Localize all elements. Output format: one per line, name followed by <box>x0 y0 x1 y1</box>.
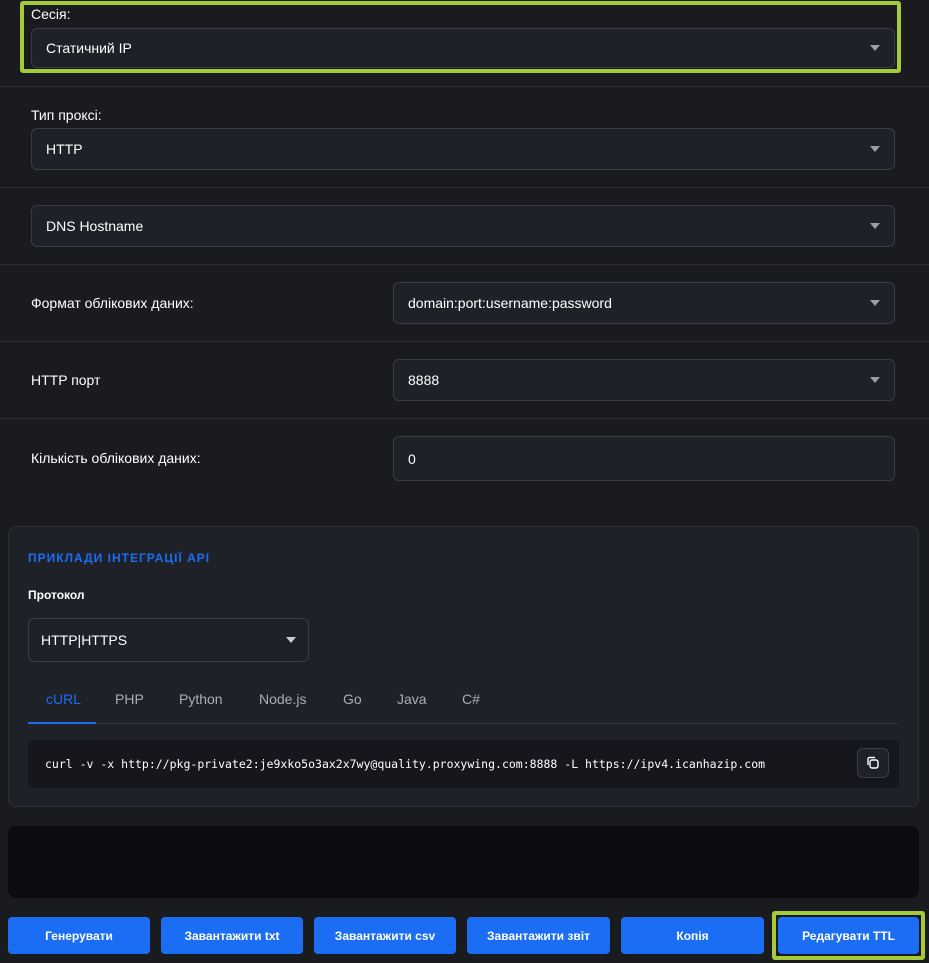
divider <box>0 341 929 342</box>
proxy-type-value: HTTP <box>46 141 83 157</box>
api-integration-panel: ПРИКЛАДИ ІНТЕГРАЦІЇ API Протокол HTTP|HT… <box>8 526 919 807</box>
tab-java[interactable]: Java <box>397 691 427 707</box>
session-select-value: Статичний IP <box>46 40 132 56</box>
tab-python[interactable]: Python <box>179 691 223 707</box>
tab-go[interactable]: Go <box>343 691 362 707</box>
copy-icon <box>867 756 879 769</box>
protocol-label: Протокол <box>28 588 85 602</box>
tab-nodejs[interactable]: Node.js <box>259 691 306 707</box>
language-tabs: cURL PHP Python Node.js Go Java C# <box>28 677 899 724</box>
chevron-down-icon <box>870 300 880 306</box>
tab-php[interactable]: PHP <box>115 691 144 707</box>
protocol-select[interactable]: HTTP|HTTPS <box>28 618 309 662</box>
edit-ttl-button[interactable]: Редагувати TTL <box>778 917 919 954</box>
copy-button[interactable]: Копія <box>621 917 764 954</box>
active-tab-indicator <box>28 722 96 724</box>
chevron-down-icon <box>870 223 880 229</box>
download-report-button[interactable]: Завантажити звіт <box>467 917 610 954</box>
tab-curl[interactable]: cURL <box>46 691 81 707</box>
credentials-format-select[interactable]: domain:port:username:password <box>393 282 895 324</box>
download-txt-button[interactable]: Завантажити txt <box>161 917 303 954</box>
download-csv-button[interactable]: Завантажити csv <box>314 917 456 954</box>
credentials-count-label: Кількість облікових даних: <box>31 450 201 466</box>
dns-select[interactable]: DNS Hostname <box>31 205 895 247</box>
proxy-type-select[interactable]: HTTP <box>31 128 895 170</box>
copy-code-button[interactable] <box>857 748 889 778</box>
api-section-title: ПРИКЛАДИ ІНТЕГРАЦІЇ API <box>28 551 211 565</box>
chevron-down-icon <box>286 637 296 643</box>
proxy-type-label: Тип проксі: <box>31 107 102 123</box>
http-port-select[interactable]: 8888 <box>393 359 895 401</box>
protocol-value: HTTP|HTTPS <box>41 632 128 648</box>
http-port-label: HTTP порт <box>31 372 101 388</box>
divider <box>0 264 929 265</box>
divider <box>0 86 929 87</box>
credentials-format-value: domain:port:username:password <box>408 295 612 311</box>
code-snippet: curl -v -x http://pkg-private2:je9xko5o3… <box>45 757 766 771</box>
credentials-format-label: Формат облікових даних: <box>31 295 194 311</box>
session-label: Сесія: <box>31 6 71 22</box>
generate-button[interactable]: Генерувати <box>8 917 150 954</box>
chevron-down-icon <box>870 377 880 383</box>
chevron-down-icon <box>870 146 880 152</box>
credentials-count-input[interactable]: 0 <box>393 436 895 481</box>
divider <box>0 187 929 188</box>
divider <box>0 418 929 419</box>
session-select[interactable]: Статичний IP <box>31 28 895 68</box>
http-port-value: 8888 <box>408 372 440 388</box>
tab-csharp[interactable]: C# <box>462 691 480 707</box>
chevron-down-icon <box>870 45 880 51</box>
credentials-count-value: 0 <box>408 450 416 467</box>
code-block: curl -v -x http://pkg-private2:je9xko5o3… <box>28 740 899 788</box>
dns-value: DNS Hostname <box>46 218 144 234</box>
output-area <box>8 826 919 898</box>
